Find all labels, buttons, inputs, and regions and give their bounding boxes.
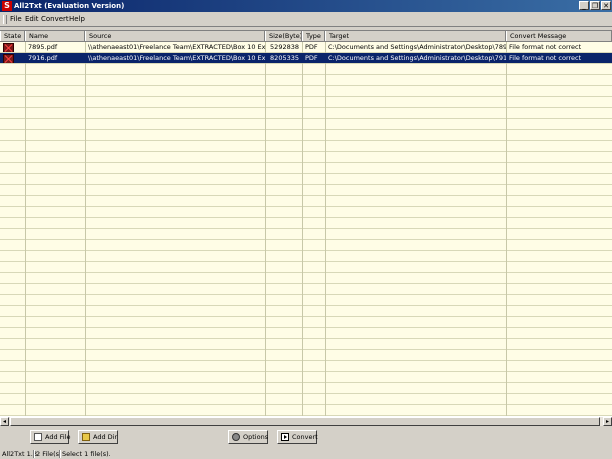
folder-icon [82,433,90,441]
name-cell: 7895.pdf [28,43,58,51]
options-label: Options [243,433,269,441]
restore-button[interactable]: ❐ [590,1,600,10]
source-cell: \\athenaeast01\Freelance Team\EXTRACTED\… [88,54,265,62]
column-header-target[interactable]: Target [325,31,506,41]
play-icon [281,433,289,441]
message-cell: File format not correct [509,54,582,62]
column-header-message[interactable]: Convert Message [506,31,612,41]
convert-button[interactable]: Convert [277,430,318,444]
status-separator [33,450,35,458]
column-divider [506,31,507,417]
add-file-label: Add File [45,433,71,441]
column-header-size[interactable]: Size(Byte) [265,31,302,41]
add-dir-label: Add Dir [93,433,118,441]
column-divider [302,31,303,417]
status-file-count: 2 File(s) [36,450,62,458]
minimize-button[interactable]: _ [579,1,589,10]
scroll-left-button[interactable]: ◂ [0,417,9,426]
column-divider [325,31,326,417]
size-cell: 5292838 [270,43,299,51]
error-icon [3,43,14,52]
scroll-right-button[interactable]: ▸ [603,417,612,426]
file-list[interactable]: State Name Source Size(Byte) Type Target… [0,30,612,417]
table-row[interactable]: 7895.pdf \\athenaeast01\Freelance Team\E… [0,42,612,52]
column-divider [85,31,86,417]
target-cell: C:\Documents and Settings\Administrator\… [328,54,506,62]
options-button[interactable]: Options [228,430,268,444]
status-separator [59,450,61,458]
add-file-button[interactable]: Add File [30,430,71,444]
target-cell: C:\Documents and Settings\Administrator\… [328,43,506,51]
table-row[interactable]: 7916.pdf \\athenaeast01\Freelance Team\E… [0,53,612,63]
status-selection: Select 1 file(s). [62,450,111,458]
menu-convert[interactable]: Convert [41,15,69,23]
horizontal-scrollbar[interactable]: ◂ ▸ [0,416,612,426]
menu-grip [3,15,7,24]
scroll-thumb[interactable] [10,417,600,426]
source-cell: \\athenaeast01\Freelance Team\EXTRACTED\… [88,43,265,51]
menu-bar: File Edit Convert Help [0,13,612,27]
type-cell: PDF [305,43,318,51]
column-header-state[interactable]: State [0,31,25,41]
state-cell [0,42,25,52]
app-icon[interactable]: S [2,1,12,11]
status-version: All2Txt 1.3 [2,450,37,458]
menu-file[interactable]: File [10,15,22,23]
add-file-icon [34,433,42,441]
state-cell [0,53,25,63]
menu-edit[interactable]: Edit [25,15,39,23]
add-dir-button[interactable]: Add Dir [78,430,118,444]
menu-help[interactable]: Help [69,15,85,23]
type-cell: PDF [305,54,318,62]
table-header: State Name Source Size(Byte) Type Target… [0,31,612,42]
name-cell: 7916.pdf [28,54,58,62]
column-divider [25,31,26,417]
size-cell: 8205335 [270,54,299,62]
column-header-type[interactable]: Type [302,31,325,41]
column-header-source[interactable]: Source [85,31,265,41]
title-bar: S All2Txt (Evaluation Version) _ ❐ ✕ [0,0,612,12]
column-header-name[interactable]: Name [25,31,85,41]
message-cell: File format not correct [509,43,582,51]
window-title: All2Txt (Evaluation Version) [14,2,125,10]
status-bar: All2Txt 1.3 2 File(s) Select 1 file(s). [0,449,612,459]
options-icon [232,433,240,441]
convert-label: Convert [292,433,318,441]
close-button[interactable]: ✕ [601,1,611,10]
column-divider [265,31,266,417]
error-icon [3,54,14,63]
